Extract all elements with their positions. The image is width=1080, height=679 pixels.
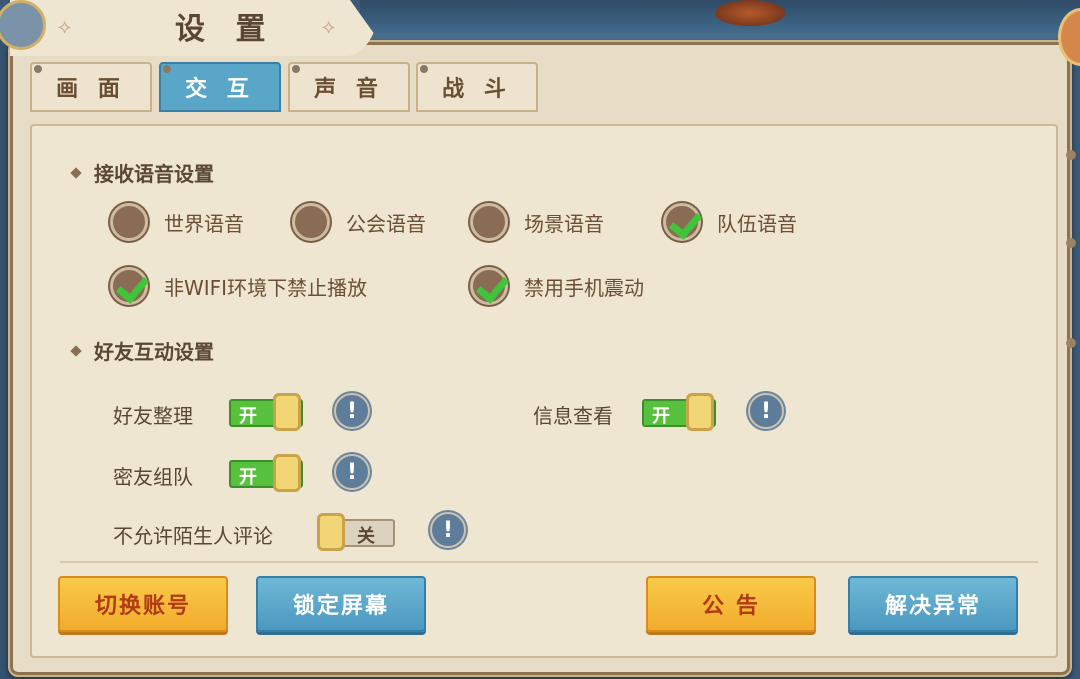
tab-label: 战 斗	[442, 77, 512, 102]
background-decoration	[715, 0, 785, 26]
toggle-info-view[interactable]: 开	[642, 393, 716, 431]
tab-interaction[interactable]: 交 互	[159, 62, 281, 112]
info-icon[interactable]: !	[334, 393, 370, 429]
frame-stud	[1066, 150, 1076, 160]
option-label: 场景语音	[524, 211, 604, 236]
pin-icon	[292, 65, 300, 73]
toggle-state: 开	[239, 406, 257, 427]
option-team-voice[interactable]: 队伍语音	[663, 203, 797, 241]
switch-account-button[interactable]: 切换账号	[58, 576, 228, 632]
option-disable-vibration[interactable]: 禁用手机震动	[470, 267, 644, 305]
option-label: 禁用手机震动	[524, 275, 644, 300]
toggle-knob[interactable]	[317, 513, 345, 551]
window-title: 设 置	[175, 12, 276, 47]
setting-label-close-friend-team: 密友组队	[113, 465, 193, 489]
toggle-knob[interactable]	[273, 454, 301, 492]
setting-label-info-view: 信息查看	[533, 404, 613, 428]
checkmark-icon[interactable]	[470, 267, 508, 305]
info-icon[interactable]: !	[334, 454, 370, 490]
option-label: 非WIFI环境下禁止播放	[164, 275, 368, 300]
tab-label: 声 音	[314, 77, 384, 102]
ornament-icon: ⟡	[322, 14, 336, 38]
frame-stud	[1066, 338, 1076, 348]
setting-label-friend-sort: 好友整理	[113, 404, 193, 428]
option-world-voice[interactable]: 世界语音	[110, 203, 244, 241]
tab-label: 交 互	[185, 77, 255, 102]
option-guild-voice[interactable]: 公会语音	[292, 203, 426, 241]
title-bar: ⟡ 设 置 ⟡	[10, 0, 380, 56]
toggle-stranger-comment[interactable]: 关	[317, 513, 395, 551]
info-icon[interactable]: !	[430, 512, 466, 548]
toggle-knob[interactable]	[686, 393, 714, 431]
diamond-bullet-icon	[70, 344, 82, 357]
option-label: 队伍语音	[717, 211, 797, 236]
section-title-friend: 好友互动设置	[70, 336, 214, 365]
tab-combat[interactable]: 战 斗	[416, 62, 538, 112]
option-label: 公会语音	[346, 211, 426, 236]
option-no-wifi-playback[interactable]: 非WIFI环境下禁止播放	[110, 267, 367, 305]
option-scene-voice[interactable]: 场景语音	[470, 203, 604, 241]
radio-icon[interactable]	[110, 203, 148, 241]
pin-icon	[420, 65, 428, 73]
diamond-bullet-icon	[70, 166, 82, 179]
radio-icon[interactable]	[470, 203, 508, 241]
toggle-state: 开	[652, 406, 670, 427]
toggle-close-friend-team[interactable]: 开	[229, 454, 303, 492]
tab-sound[interactable]: 声 音	[288, 62, 410, 112]
option-label: 世界语音	[164, 211, 244, 236]
ornament-icon: ⟡	[58, 14, 72, 38]
tab-label: 画 面	[56, 77, 126, 102]
frame-stud	[1066, 238, 1076, 248]
toggle-state: 开	[239, 467, 257, 488]
fix-issue-button[interactable]: 解决异常	[848, 576, 1018, 632]
notice-button[interactable]: 公 告	[646, 576, 816, 632]
toggle-state: 关	[357, 526, 375, 547]
section-title-voice: 接收语音设置	[70, 158, 214, 187]
info-icon[interactable]: !	[748, 393, 784, 429]
toggle-knob[interactable]	[273, 393, 301, 431]
toggle-friend-sort[interactable]: 开	[229, 393, 303, 431]
checkmark-icon[interactable]	[663, 203, 701, 241]
lock-screen-button[interactable]: 锁定屏幕	[256, 576, 426, 632]
divider	[60, 561, 1038, 563]
radio-icon[interactable]	[292, 203, 330, 241]
pin-icon	[163, 65, 171, 73]
checkmark-icon[interactable]	[110, 267, 148, 305]
setting-label-stranger-comment: 不允许陌生人评论	[113, 524, 273, 548]
tab-graphics[interactable]: 画 面	[30, 62, 152, 112]
pin-icon	[34, 65, 42, 73]
